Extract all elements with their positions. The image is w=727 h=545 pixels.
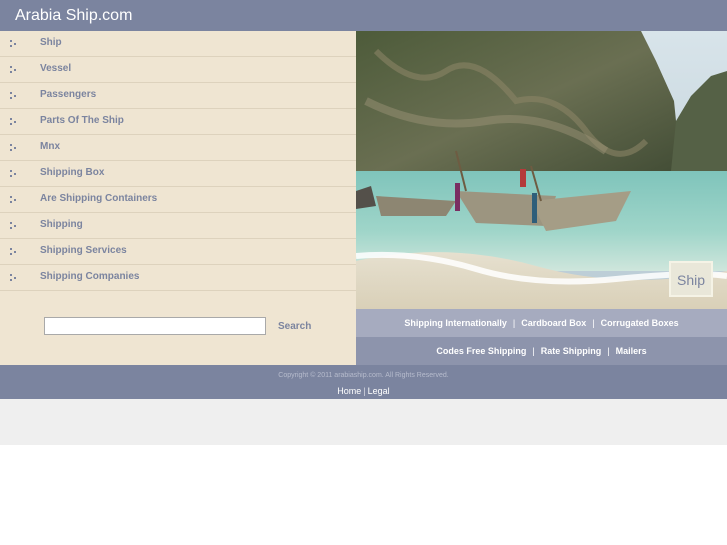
- sidebar-item-label[interactable]: Shipping: [40, 219, 83, 230]
- search-button[interactable]: Search: [278, 321, 311, 332]
- sidebar-item-shipping[interactable]: Shipping: [0, 213, 356, 239]
- link-separator: |: [512, 318, 516, 328]
- footer-separator: |: [363, 386, 366, 396]
- link-corrugated-boxes[interactable]: Corrugated Boxes: [601, 318, 679, 328]
- link-separator: |: [532, 346, 535, 356]
- bullet-icon: [10, 274, 19, 282]
- sidebar-item-label[interactable]: Shipping Services: [40, 245, 127, 256]
- related-links-row-2: Codes Free Shipping | Rate Shipping | Mailer…: [356, 337, 727, 365]
- footer-home-link[interactable]: Home: [337, 386, 361, 396]
- search-input[interactable]: [44, 317, 266, 335]
- sidebar-item-label[interactable]: Ship: [40, 37, 62, 48]
- link-rate-shipping[interactable]: Rate Shipping: [541, 346, 602, 356]
- sidebar-item-label[interactable]: Shipping Companies: [40, 271, 139, 282]
- link-separator: |: [607, 346, 610, 356]
- site-logo[interactable]: Arabia Ship.com: [15, 7, 132, 25]
- bullet-icon: [10, 222, 19, 230]
- sidebar-item-shipping-box[interactable]: Shipping Box: [0, 161, 356, 187]
- sidebar-item-parts-of-the-ship[interactable]: Parts Of The Ship: [0, 109, 356, 135]
- sidebar-item-shipping-services[interactable]: Shipping Services: [0, 239, 356, 265]
- bullet-icon: [10, 40, 19, 48]
- link-codes-free-shipping[interactable]: Codes Free Shipping: [436, 346, 526, 356]
- sidebar-item-mnx[interactable]: Mnx: [0, 135, 356, 161]
- bullet-icon: [10, 196, 19, 204]
- sidebar-item-label[interactable]: Parts Of The Ship: [40, 115, 124, 126]
- sidebar-item-label[interactable]: Passengers: [40, 89, 96, 100]
- sidebar: Ship Vessel Passengers Parts Of The Ship…: [0, 31, 356, 365]
- sidebar-item-are-shipping-containers[interactable]: Are Shipping Containers: [0, 187, 356, 213]
- bullet-icon: [10, 92, 19, 100]
- footer-legal-link[interactable]: Legal: [368, 386, 390, 396]
- link-cardboard-box[interactable]: Cardboard Box: [521, 318, 586, 328]
- hero-badge-label[interactable]: Ship: [671, 272, 711, 288]
- sidebar-item-label[interactable]: Shipping Box: [40, 167, 104, 178]
- bottom-band: [0, 399, 727, 445]
- sidebar-item-vessel[interactable]: Vessel: [0, 57, 356, 83]
- sidebar-item-shipping-companies[interactable]: Shipping Companies: [0, 265, 356, 291]
- bullet-icon: [10, 170, 19, 178]
- bullet-icon: [10, 144, 19, 152]
- hero-badge[interactable]: Ship: [669, 261, 713, 297]
- sidebar-item-label[interactable]: Mnx: [40, 141, 60, 152]
- bullet-icon: [10, 248, 19, 256]
- sidebar-item-label[interactable]: Vessel: [40, 63, 71, 74]
- hero-image: Ship: [356, 31, 727, 309]
- sidebar-item-passengers[interactable]: Passengers: [0, 83, 356, 109]
- bullet-icon: [10, 118, 19, 126]
- related-links-row-1: Shipping Internationally | Cardboard Box | C…: [356, 309, 727, 337]
- copyright-text: Copyright © 2011 arabiaship.com. All Rig…: [278, 372, 449, 379]
- bullet-icon: [10, 66, 19, 74]
- site-footer: Copyright © 2011 arabiaship.com. All Rig…: [0, 365, 727, 399]
- site-header: Arabia Ship.com: [0, 0, 727, 31]
- sidebar-item-ship[interactable]: Ship: [0, 31, 356, 57]
- link-mailers[interactable]: Mailers: [616, 346, 647, 356]
- sidebar-item-label[interactable]: Are Shipping Containers: [40, 193, 157, 204]
- link-shipping-internationally[interactable]: Shipping Internationally: [404, 318, 507, 328]
- footer-links: Home | Legal: [0, 386, 727, 396]
- link-separator: |: [592, 318, 595, 328]
